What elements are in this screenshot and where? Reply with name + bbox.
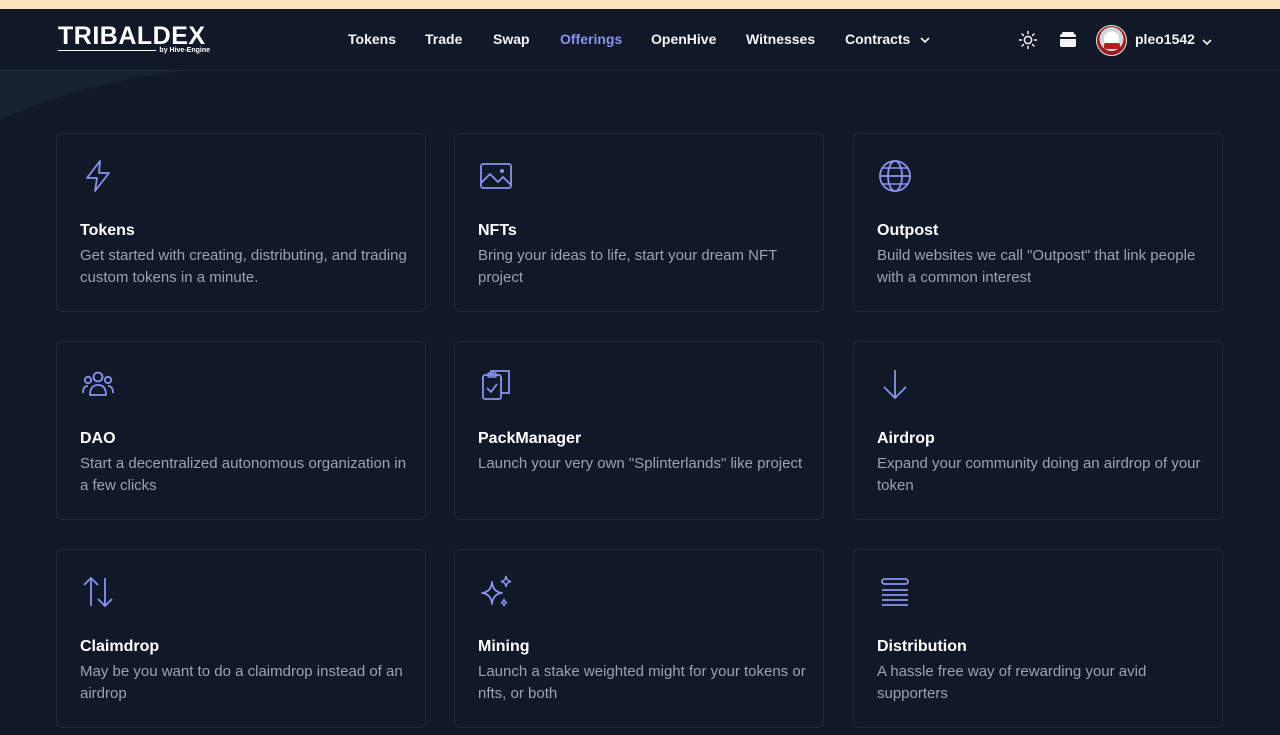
card-title: Claimdrop [80,638,160,655]
tribaldex-logo[interactable]: TRIBALDEX by Hive-Engine [58,23,212,57]
card-title: Distribution [877,638,967,655]
avatar[interactable] [1096,25,1127,56]
offering-card-claimdrop[interactable]: Claimdrop May be you want to do a claimd… [56,549,426,728]
offering-card-nfts[interactable]: NFTs Bring your ideas to life, start you… [454,133,824,312]
offering-card-dao[interactable]: DAO Start a decentralized autonomous org… [56,341,426,520]
nav-contracts-dropdown[interactable]: Contracts [845,31,931,49]
nav-contracts: Contracts [845,31,911,47]
card-description: Expand your community doing an airdrop o… [877,455,1201,494]
card-description: May be you want to do a claimdrop instea… [80,663,403,702]
offering-card-tokens[interactable]: Tokens Get started with creating, distri… [56,133,426,312]
nav-witnesses[interactable]: Witnesses [746,31,815,47]
username[interactable]: pleo1542 [1135,31,1195,47]
card-title: Airdrop [877,430,935,447]
card-description: Start a decentralized autonomous organiz… [80,455,407,494]
card-title: Outpost [877,222,939,239]
sun-icon[interactable] [1017,29,1039,51]
image-icon [480,163,512,189]
user-group-icon [82,371,114,396]
top-navbar: TRIBALDEX by Hive-Engine Tokens Trade Sw… [0,9,1280,71]
logo-subtext: by Hive-Engine [159,47,210,54]
offering-card-distribution[interactable]: Distribution A hassle free way of reward… [853,549,1223,728]
card-title: Mining [478,638,530,655]
card-title: PackManager [478,430,582,447]
card-title: NFTs [478,222,517,239]
card-description: Get started with creating, distributing,… [80,247,407,286]
nav-offerings[interactable]: Offerings [560,31,622,47]
card-description: A hassle free way of rewarding your avid… [877,663,1147,702]
nav-tokens[interactable]: Tokens [348,31,396,47]
lightning-bolt-icon [86,160,110,192]
arrow-down-icon [883,370,907,399]
offering-card-airdrop[interactable]: Airdrop Expand your community doing an a… [853,341,1223,520]
card-description: Launch a stake weighted might for your t… [478,663,806,702]
chevron-down-icon[interactable] [1201,36,1213,48]
card-title: DAO [80,430,116,447]
arrows-up-down-icon [83,577,113,607]
nav-swap[interactable]: Swap [493,31,530,47]
nav-openhive[interactable]: OpenHive [651,31,716,47]
stack-lines-icon [881,578,909,606]
logo-text: TRIBALDEX [58,22,206,50]
offering-card-outpost[interactable]: Outpost Build websites we call "Outpost"… [853,133,1223,312]
offering-card-packmanager[interactable]: PackManager Launch your very own "Splint… [454,341,824,520]
sparkles-icon [481,575,512,607]
card-title: Tokens [80,222,135,239]
nav-trade[interactable]: Trade [425,31,462,47]
globe-icon [879,160,911,192]
chevron-down-icon [920,37,930,43]
card-description: Bring your ideas to life, start your dre… [478,247,778,286]
clipboard-check-icon [482,370,510,400]
card-description: Launch your very own "Splinterlands" lik… [478,455,803,472]
top-color-strip [0,0,1280,9]
offering-card-mining[interactable]: Mining Launch a stake weighted might for… [454,549,824,728]
wallet-icon[interactable] [1057,29,1079,51]
logo-underline [58,50,156,51]
card-description: Build websites we call "Outpost" that li… [877,247,1196,286]
